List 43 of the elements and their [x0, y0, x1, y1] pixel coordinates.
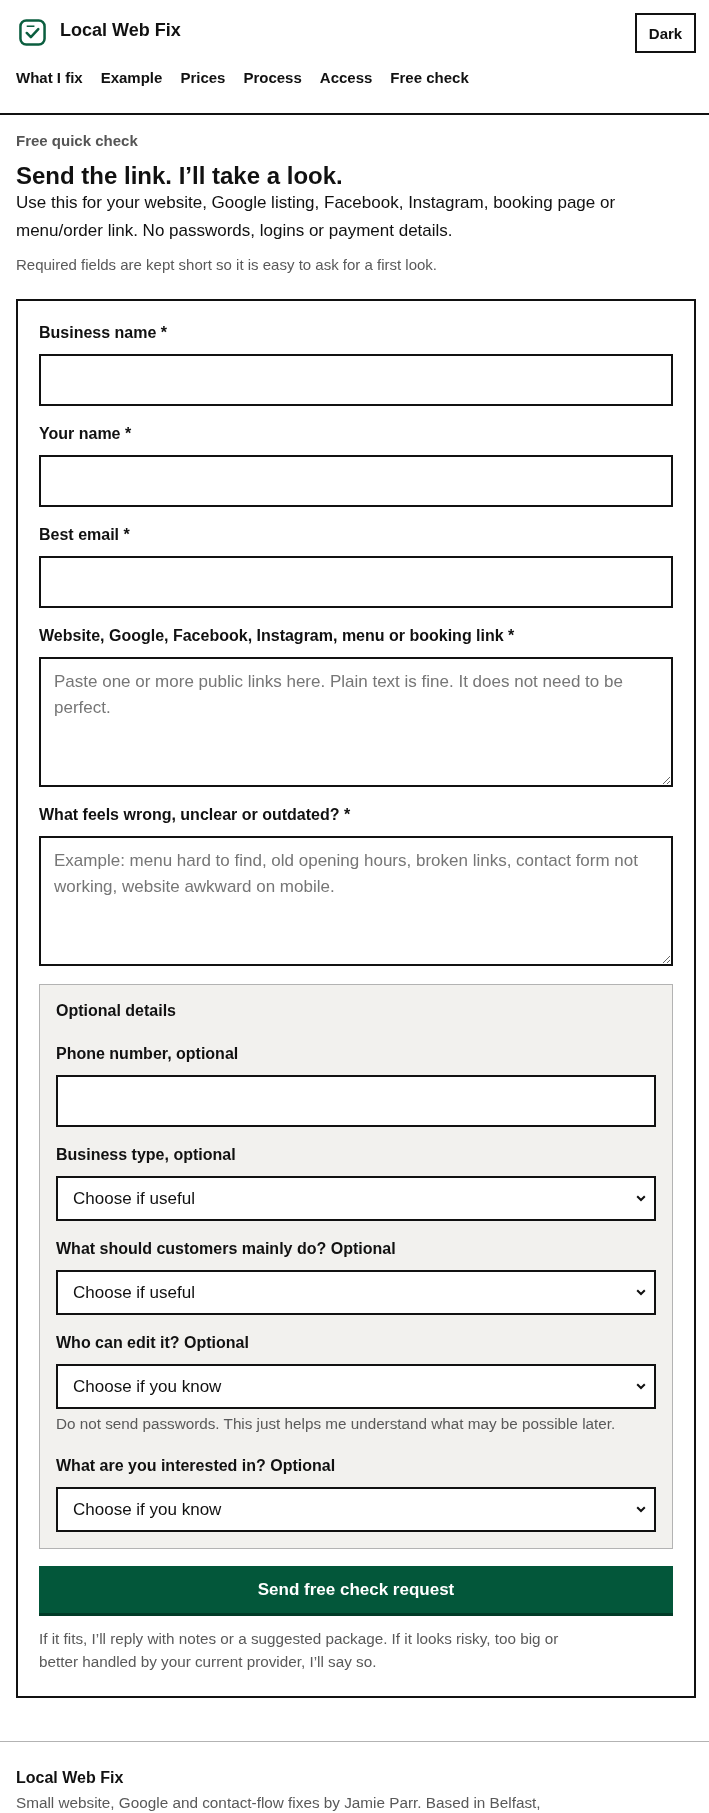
field-label: Your name *	[39, 424, 133, 444]
field-label: Business type, optional	[56, 1145, 237, 1165]
page-heading: Send the link. I’ll take a look.	[16, 162, 344, 189]
footer-title: Local Web Fix	[16, 1768, 125, 1788]
nav-link[interactable]: What I fix	[16, 68, 83, 88]
chevron-down-icon	[636, 1195, 646, 1202]
text-input[interactable]	[39, 556, 673, 608]
field-label: What should customers mainly do? Optional	[56, 1239, 397, 1259]
nav-link[interactable]: Free check	[390, 68, 469, 88]
chevron-down-icon	[636, 1383, 646, 1390]
text-input[interactable]	[56, 1075, 656, 1127]
select-field[interactable]: Choose if you know	[56, 1487, 656, 1532]
nav-link[interactable]: Prices	[180, 68, 226, 88]
field-label: Phone number, optional	[56, 1044, 240, 1064]
nav-link[interactable]: Access	[319, 68, 373, 88]
select-field[interactable]: Choose if useful	[56, 1270, 656, 1315]
chevron-down-icon	[636, 1289, 646, 1296]
chevron-down-icon	[636, 1506, 646, 1513]
field-label: Who can edit it? Optional	[56, 1333, 250, 1353]
field-hint: Do not send passwords. This just helps me understand what may be possible later.	[56, 1414, 617, 1434]
footer-text: Small website, Google and contact-flow fixes by Jamie Parr. Based in Belfast,	[16, 1794, 542, 1812]
eyebrow-text: Free quick check	[16, 131, 139, 151]
text-input[interactable]	[39, 354, 673, 406]
section-title: Optional details	[56, 1001, 177, 1021]
select-field[interactable]: Choose if useful	[56, 1176, 656, 1221]
field-label: What are you interested in? Optional	[56, 1456, 337, 1476]
text-area[interactable]: Paste one or more public links here. Plain text is fine. It does not need to be perfect.	[39, 657, 673, 787]
text-area[interactable]: Example: menu hard to find, old opening hours, broken links, contact form not working, website awkward on mobile.	[39, 836, 673, 966]
field-label: Best email *	[39, 525, 131, 545]
select-field[interactable]: Choose if you know	[56, 1364, 656, 1409]
form-footnote: If it fits, I’ll reply with notes or a suggested package. If it looks risky, too big or better handled by your current provider, I’ll say so.	[39, 1629, 560, 1672]
field-label: Business name *	[39, 323, 169, 343]
intro-paragraph: Use this for your website, Google listing, Facebook, Instagram, booking page or menu/order link. No passwords, logins or payment details.	[16, 192, 617, 242]
field-label: What feels wrong, unclear or outdated? *	[39, 805, 352, 825]
field-label: Website, Google, Facebook, Instagram, menu or booking link *	[39, 626, 516, 646]
helper-text: Required fields are kept short so it is easy to ask for a first look.	[16, 255, 439, 275]
text-input[interactable]	[39, 455, 673, 507]
theme-toggle-button[interactable]: Dark	[635, 13, 696, 53]
site-title: Local Web Fix	[60, 19, 181, 41]
submit-button[interactable]: Send free check request	[39, 1566, 673, 1616]
nav-link[interactable]: Process	[243, 68, 302, 88]
check-square-icon	[19, 19, 46, 46]
nav-link[interactable]: Example	[100, 68, 163, 88]
